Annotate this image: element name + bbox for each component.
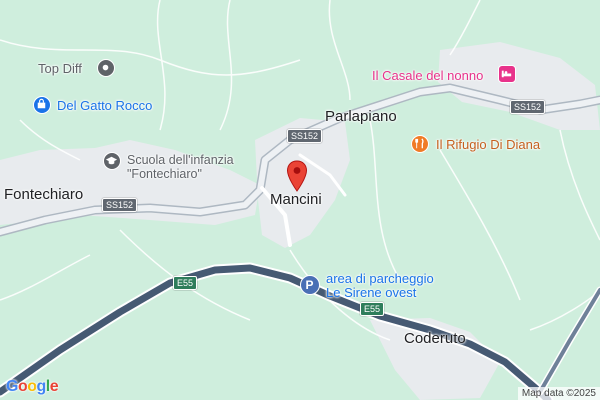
minor-road [0, 254, 91, 301]
minor-road [559, 129, 600, 241]
urban-area-casale [438, 42, 600, 130]
map-attribution[interactable]: Map data ©2025 [517, 387, 600, 400]
ss152-shield-left: SS152 [102, 198, 138, 212]
place-icon[interactable] [97, 59, 115, 77]
place-casale-label: Il Casale del nonno [372, 68, 484, 83]
map-view[interactable]: SS152 SS152 SS152 E55 E55 Top Diff Del G… [0, 0, 600, 400]
hotel-bed-icon[interactable] [498, 65, 516, 83]
place-scuola-label-line1: Scuola dell'infanzia [127, 153, 234, 167]
ss152-shield-right: SS152 [510, 100, 546, 114]
e55-shield-left: E55 [173, 276, 198, 290]
town-parlapiano-label: Parlapiano [325, 108, 397, 125]
minor-road [156, 0, 166, 131]
parking-icon[interactable]: P [300, 275, 320, 295]
town-parlapiano[interactable]: Parlapiano [325, 108, 397, 125]
minor-road [328, 0, 351, 101]
google-logo: Google [6, 378, 59, 395]
minor-road [369, 119, 401, 281]
town-coderuto[interactable]: Coderuto [404, 330, 466, 347]
town-mancini[interactable]: Mancini [270, 191, 322, 208]
place-parcheggio-label-line2: Le Sirene ovest [326, 285, 417, 300]
shopping-bag-icon[interactable] [33, 96, 51, 114]
town-mancini-label: Mancini [270, 191, 322, 208]
school-icon[interactable] [103, 152, 121, 170]
place-casale[interactable]: Il Casale del nonno [372, 68, 483, 83]
place-top-diff[interactable]: Top Diff [38, 61, 82, 76]
place-parcheggio-label-line1: area di parcheggio [326, 271, 434, 286]
place-parcheggio[interactable]: area di parcheggio Le Sirene ovest [326, 272, 434, 300]
svg-text:P: P [305, 278, 313, 292]
place-del-gatto-rocco-label: Del Gatto Rocco [57, 98, 153, 113]
town-fontechiaro-label: Fontechiaro [4, 186, 84, 203]
minor-road [219, 0, 233, 131]
place-rifugio[interactable]: Il Rifugio Di Diana [436, 137, 540, 152]
place-scuola[interactable]: Scuola dell'infanzia "Fontechiaro" [127, 153, 234, 181]
place-rifugio-label: Il Rifugio Di Diana [436, 137, 541, 152]
minor-road [439, 149, 521, 301]
red-map-pin-icon[interactable] [286, 160, 308, 192]
place-top-diff-label: Top Diff [38, 61, 82, 76]
place-scuola-label-line2: "Fontechiaro" [127, 167, 202, 181]
urban-areas [0, 42, 600, 400]
e55-shield-right: E55 [360, 302, 385, 316]
town-fontechiaro[interactable]: Fontechiaro [4, 186, 83, 203]
place-del-gatto-rocco[interactable]: Del Gatto Rocco [57, 98, 152, 113]
ss152-shield-center: SS152 [287, 129, 323, 143]
town-coderuto-label: Coderuto [404, 330, 466, 347]
restaurant-icon[interactable] [411, 135, 429, 153]
